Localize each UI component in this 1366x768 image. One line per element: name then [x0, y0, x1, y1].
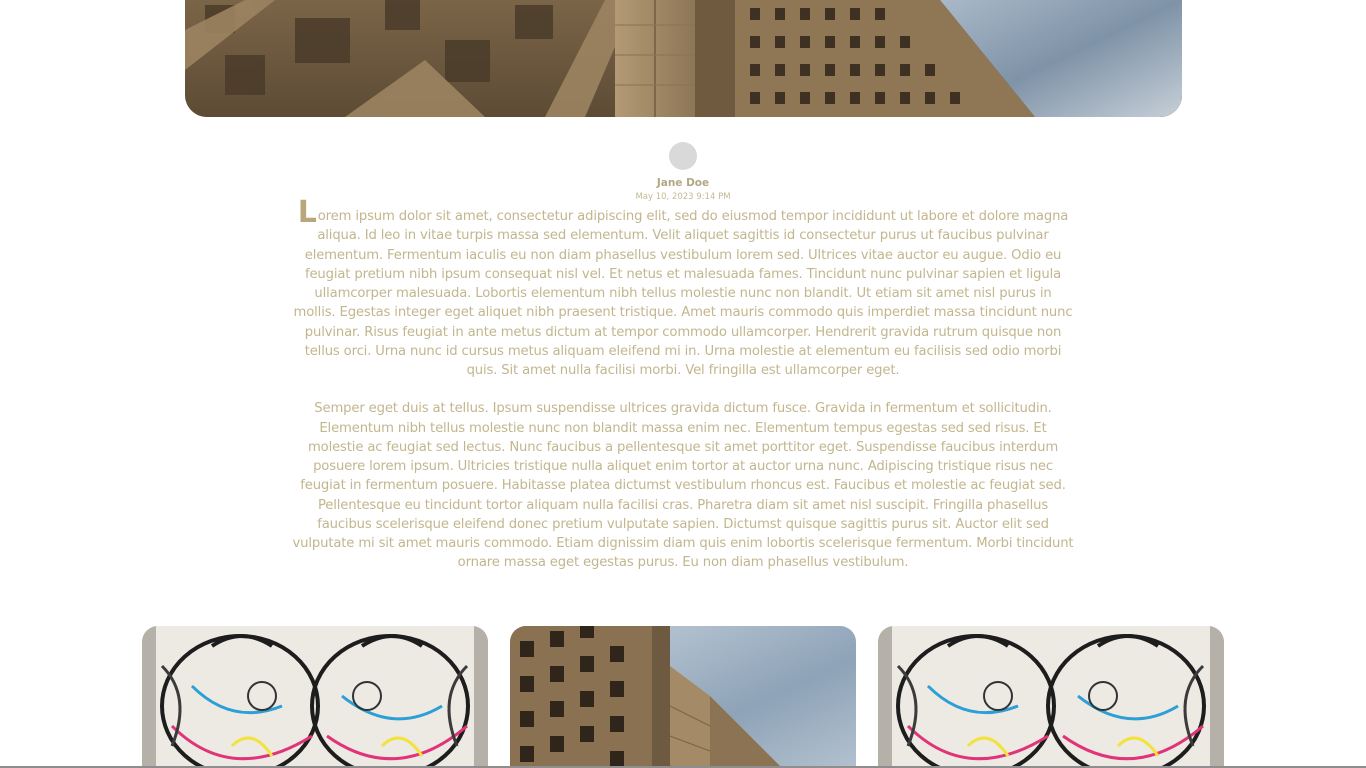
article-paragraph: Lorem ipsum dolor sit amet, consectetur …	[292, 198, 1074, 380]
article-paragraph: Semper eget duis at tellus. Ipsum suspen…	[292, 401, 1074, 571]
avatar[interactable]	[669, 142, 697, 170]
building-image	[510, 626, 856, 768]
author-name[interactable]: Jane Doe	[0, 176, 1366, 190]
article-body: Lorem ipsum dolor sit amet, consectetur …	[292, 198, 1074, 573]
abstract-painting-image	[142, 626, 488, 768]
hero-image	[185, 0, 1182, 117]
blog-post-page: Jane Doe May 10, 2023 9:14 PM Lorem ipsu…	[0, 0, 1366, 768]
paragraph-text: orem ipsum dolor sit amet, consectetur a…	[293, 209, 1073, 378]
gallery-card[interactable]	[878, 626, 1224, 768]
abstract-painting-image	[878, 626, 1224, 768]
drop-cap: L	[297, 195, 317, 230]
gallery-card[interactable]	[142, 626, 488, 768]
gallery-card[interactable]	[510, 626, 856, 768]
author-block: Jane Doe May 10, 2023 9:14 PM	[0, 142, 1366, 203]
post-date: May 10, 2023 9:14 PM	[635, 192, 731, 202]
